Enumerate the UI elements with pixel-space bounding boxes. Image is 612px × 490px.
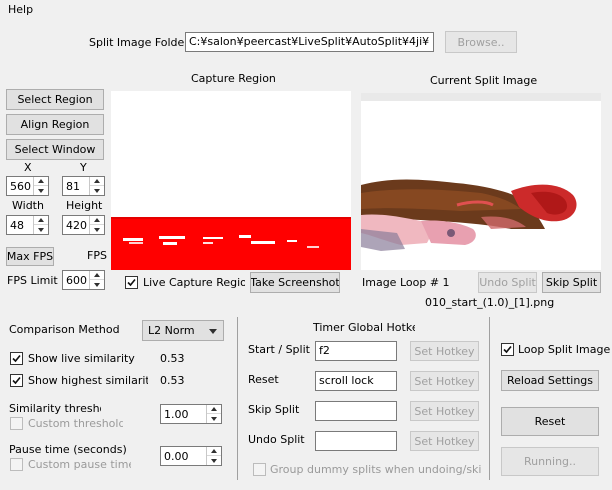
threshold-increment[interactable] [207,405,221,414]
browse-button: Browse.. [445,31,517,53]
start-split-hotkey-field[interactable]: f2 [315,341,397,361]
reload-settings-button[interactable]: Reload Settings [501,370,599,391]
live-capture-checkbox[interactable] [125,276,138,289]
set-hotkey-skip-button: Set Hotkey [410,401,479,421]
capture-preview-graphic [111,217,351,270]
height-stepper[interactable]: 420 [62,215,105,235]
comparison-method-label: Comparison Method [9,323,120,336]
x-label: X [24,161,32,174]
current-split-preview [361,93,601,270]
width-increment[interactable] [34,216,48,225]
skip-split-hotkey-label: Skip Split [248,403,300,416]
threshold-label: Similarity threshold [9,402,101,415]
set-hotkey-undo-button: Set Hotkey [410,431,479,451]
pause-stepper[interactable]: 0.00 [160,446,222,466]
y-stepper[interactable]: 81 [62,176,105,196]
show-highest-value: 0.53 [160,374,185,387]
group-dummy-checkbox [253,463,266,476]
comparison-method-select[interactable]: L2 Norm [142,320,224,341]
width-value: 48 [10,219,24,232]
height-label: Height [66,199,103,212]
width-decrement[interactable] [34,225,48,234]
split-preview-graphic [361,93,601,251]
show-highest-checkbox[interactable] [10,374,23,387]
custom-thresholds-checkbox [10,417,23,430]
set-hotkey-reset-button: Set Hotkey [410,371,479,391]
show-live-value: 0.53 [160,352,185,365]
fps-label: FPS [87,249,107,262]
image-loop-label: Image Loop # 1 [362,276,450,289]
x-value: 560 [10,180,31,193]
show-live-checkbox[interactable] [10,352,23,365]
fps-limit-value: 600 [66,274,87,287]
chevron-down-icon [209,329,217,334]
divider-right [489,317,490,480]
y-increment[interactable] [90,177,104,186]
checkmark-icon [503,345,512,354]
y-decrement[interactable] [90,186,104,195]
running-button: Running.. [501,447,599,476]
threshold-decrement[interactable] [207,414,221,423]
custom-thresholds-label: Custom thresholds [28,417,123,430]
checkmark-icon [12,376,21,385]
pause-decrement[interactable] [207,456,221,465]
capture-region-preview [111,91,351,270]
show-highest-label: Show highest similarity [28,374,148,387]
show-live-label: Show live similarity [28,352,135,365]
width-label: Width [12,199,44,212]
reset-hotkey-field[interactable]: scroll lock [315,371,397,391]
skip-split-button[interactable]: Skip Split [542,272,601,293]
reset-hotkey-label: Reset [248,373,279,386]
fps-limit-decrement[interactable] [90,280,104,289]
max-fps-button[interactable]: Max FPS [6,247,54,266]
pause-label: Pause time (seconds) [9,443,127,456]
undo-split-hotkey-field[interactable] [315,431,397,451]
group-dummy-label: Group dummy splits when undoing/skipping [270,463,481,476]
loop-split-images-label: Loop Split Images [518,343,610,356]
fps-limit-label: FPS Limit [7,274,58,287]
fps-limit-stepper[interactable]: 600 [62,270,105,290]
y-label: Y [80,161,87,174]
threshold-stepper[interactable]: 1.00 [160,404,222,424]
height-value: 420 [66,219,87,232]
capture-region-heading: Capture Region [191,72,276,85]
select-region-button[interactable]: Select Region [6,89,104,110]
current-split-heading: Current Split Image [430,74,538,87]
align-region-button[interactable]: Align Region [6,114,104,135]
reset-button[interactable]: Reset [501,407,599,436]
start-split-label: Start / Split [248,343,310,356]
height-decrement[interactable] [90,225,104,234]
split-folder-label: Split Image Folder [89,36,189,49]
split-filename: 010_start_(1.0)_[1].png [425,296,555,309]
pause-increment[interactable] [207,447,221,456]
width-stepper[interactable]: 48 [6,215,49,235]
custom-pause-label: Custom pause times [28,458,131,471]
custom-pause-checkbox [10,458,23,471]
live-capture-label: Live Capture Region [143,276,245,289]
x-stepper[interactable]: 560 [6,176,49,196]
hotkeys-title: Timer Global Hotkeys [313,321,415,334]
menu-help[interactable]: Help [8,3,33,17]
height-increment[interactable] [90,216,104,225]
x-increment[interactable] [34,177,48,186]
x-decrement[interactable] [34,186,48,195]
undo-split-hotkey-label: Undo Split [248,433,305,446]
undo-split-button: Undo Split [478,272,537,293]
y-value: 81 [66,180,80,193]
checkmark-icon [12,354,21,363]
threshold-value: 1.00 [164,408,189,421]
divider-left [237,317,238,480]
loop-split-images-checkbox[interactable] [501,343,514,356]
fps-limit-increment[interactable] [90,271,104,280]
select-window-button[interactable]: Select Window [6,139,104,160]
skip-split-hotkey-field[interactable] [315,401,397,421]
take-screenshot-button[interactable]: Take Screenshot [250,272,340,293]
checkmark-icon [127,278,136,287]
comparison-method-value: L2 Norm [148,324,195,337]
set-hotkey-start-button: Set Hotkey [410,341,479,361]
pause-value: 0.00 [164,450,189,463]
split-folder-field[interactable]: C:¥salon¥peercast¥LiveSplit¥AutoSplit¥4j… [185,32,434,52]
